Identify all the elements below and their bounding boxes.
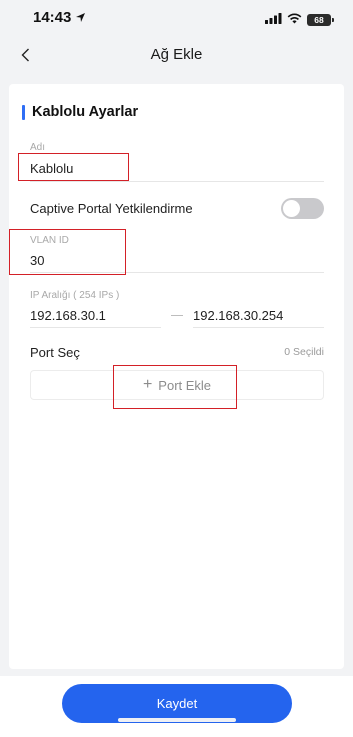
home-indicator [118, 718, 236, 722]
port-selected-count: 0 Seçildi [284, 346, 324, 358]
add-port-button[interactable]: + Port Ekle [30, 370, 324, 400]
port-select-label: Port Seç [30, 345, 80, 360]
divider [193, 327, 324, 328]
ip-range-label: IP Aralığı ( 254 IPs ) [30, 290, 120, 301]
battery-icon: 68 [307, 14, 334, 26]
status-time: 14:43 [33, 9, 72, 26]
wifi-icon [287, 11, 302, 29]
signal-icon [265, 11, 282, 29]
add-port-label: Port Ekle [158, 377, 212, 393]
page-title: Ağ Ekle [150, 46, 203, 63]
captive-portal-toggle[interactable] [281, 198, 324, 219]
divider [30, 272, 324, 273]
section-title: Kablolu Ayarlar [22, 104, 138, 120]
range-separator [171, 315, 183, 316]
ip-start-input[interactable] [30, 308, 160, 323]
ip-end-input[interactable] [193, 308, 323, 323]
captive-portal-label: Captive Portal Yetkilendirme [30, 201, 193, 216]
status-indicators: 68 [265, 11, 334, 29]
name-field-label: Adı [30, 142, 46, 153]
toggle-knob [283, 200, 300, 217]
location-arrow-icon [75, 10, 86, 28]
status-bar: 14:43 68 [0, 0, 353, 38]
nav-bar: Ağ Ekle [0, 38, 353, 72]
divider [30, 327, 161, 328]
divider [30, 181, 324, 182]
plus-icon: + [142, 376, 153, 393]
vlan-input[interactable] [30, 253, 320, 268]
vlan-field-label: VLAN ID [30, 235, 69, 246]
name-input[interactable] [30, 161, 320, 176]
